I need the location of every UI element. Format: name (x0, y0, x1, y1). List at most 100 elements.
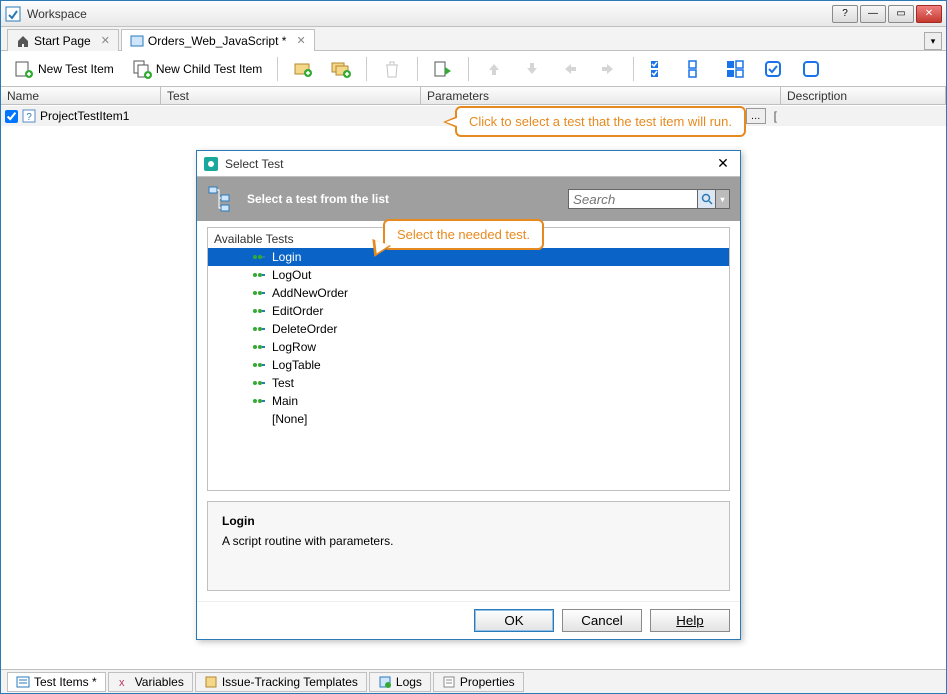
trash-icon (382, 59, 402, 79)
list-item[interactable]: DeleteOrder (208, 320, 729, 338)
new-test-item-icon (14, 59, 34, 79)
new-child-test-item-icon (132, 59, 152, 79)
list-item[interactable]: AddNewOrder (208, 284, 729, 302)
dialog-icon (203, 156, 219, 172)
minimize-button[interactable]: — (860, 5, 886, 23)
tab-label: Test Items * (34, 675, 97, 689)
add-group-button[interactable] (324, 55, 358, 83)
outdent-button (553, 55, 587, 83)
script-icon (252, 341, 266, 353)
callout-select-test-hint: Click to select a test that the test ite… (455, 106, 746, 137)
column-parameters[interactable]: Parameters (421, 87, 781, 104)
browse-test-button[interactable]: … (746, 108, 766, 124)
indent-button (591, 55, 625, 83)
toggle-check-icon (763, 59, 783, 79)
grid-header: Name Test Parameters Description (1, 87, 946, 105)
issue-tracking-icon (204, 675, 218, 689)
script-icon (252, 269, 266, 281)
tab-test-items[interactable]: Test Items * (7, 672, 106, 692)
close-tab-icon[interactable]: ✕ (296, 34, 305, 47)
tab-logs[interactable]: Logs (369, 672, 431, 692)
dialog-close-button[interactable]: ✕ (712, 155, 734, 173)
close-button[interactable]: ✕ (916, 5, 942, 23)
arrow-right-icon (598, 59, 618, 79)
column-test[interactable]: Test (161, 87, 421, 104)
row-checkbox[interactable] (5, 110, 18, 123)
close-tab-icon[interactable]: ✕ (101, 34, 110, 47)
item-label: AddNewOrder (272, 286, 348, 300)
list-item[interactable]: Main (208, 392, 729, 410)
script-icon (252, 323, 266, 335)
tab-label: Issue-Tracking Templates (222, 675, 358, 689)
check-selected-button[interactable] (718, 55, 752, 83)
cancel-button[interactable]: Cancel (562, 609, 642, 632)
search-button[interactable] (698, 189, 716, 209)
tab-variables[interactable]: x Variables (108, 672, 193, 692)
callout-text: Click to select a test that the test ite… (469, 114, 732, 129)
item-label: LogOut (272, 268, 311, 282)
ok-button[interactable]: OK (474, 609, 554, 632)
add-subitem-button[interactable] (286, 55, 320, 83)
check-all-icon (649, 59, 669, 79)
svg-text:?: ? (26, 112, 32, 123)
column-name[interactable]: Name (1, 87, 161, 104)
maximize-button[interactable]: ▭ (888, 5, 914, 23)
toggle-empty-icon (801, 59, 821, 79)
list-item[interactable]: Test (208, 374, 729, 392)
description-name: Login (222, 514, 715, 528)
list-item-none[interactable]: [None] (208, 410, 729, 428)
toggle-empty-button[interactable] (794, 55, 828, 83)
app-icon (5, 6, 21, 22)
move-down-button (515, 55, 549, 83)
banner-text: Select a test from the list (247, 192, 389, 206)
list-item[interactable]: EditOrder (208, 302, 729, 320)
search-input[interactable] (568, 189, 698, 209)
tab-orders-web-javascript[interactable]: Orders_Web_JavaScript * ✕ (121, 29, 315, 51)
toolbar: New Test Item New Child Test Item (1, 51, 946, 87)
list-item[interactable]: LogOut (208, 266, 729, 284)
logs-icon (378, 675, 392, 689)
script-icon (252, 251, 266, 263)
item-label: [None] (272, 412, 307, 426)
titlebar: Workspace ? — ▭ ✕ (1, 1, 946, 27)
tabs-dropdown[interactable]: ▾ (924, 32, 942, 50)
item-label: Login (272, 250, 301, 264)
run-button[interactable] (426, 55, 460, 83)
item-label: DeleteOrder (272, 322, 337, 336)
toggle-check-button[interactable] (756, 55, 790, 83)
callout-text: Select the needed test. (397, 227, 530, 242)
folders-add-icon (331, 59, 351, 79)
uncheck-all-button[interactable] (680, 55, 714, 83)
list-item[interactable]: LogRow (208, 338, 729, 356)
help-button[interactable]: ? (832, 5, 858, 23)
bottom-tabs: Test Items * x Variables Issue-Tracking … (1, 669, 946, 693)
column-description[interactable]: Description (781, 87, 946, 104)
help-button[interactable]: Help (650, 609, 730, 632)
document-tabs: Start Page ✕ Orders_Web_JavaScript * ✕ ▾ (1, 27, 946, 51)
tab-label: Start Page (34, 34, 91, 48)
description-text: A script routine with parameters. (222, 534, 715, 548)
row-name: ProjectTestItem1 (40, 109, 129, 123)
arrow-down-icon (522, 59, 542, 79)
params-value: [ (774, 109, 777, 123)
tab-issue-tracking[interactable]: Issue-Tracking Templates (195, 672, 367, 692)
delete-button (375, 55, 409, 83)
new-child-test-item-button[interactable]: New Child Test Item (125, 55, 269, 83)
variables-icon: x (117, 675, 131, 689)
dialog-title: Select Test (225, 157, 712, 171)
list-item[interactable]: LogTable (208, 356, 729, 374)
tab-properties[interactable]: Properties (433, 672, 524, 692)
script-icon (252, 377, 266, 389)
new-test-item-button[interactable]: New Test Item (7, 55, 121, 83)
test-items-icon (16, 675, 30, 689)
list-item[interactable]: Login (208, 248, 729, 266)
arrow-up-icon (484, 59, 504, 79)
run-icon (433, 59, 453, 79)
home-icon (16, 34, 30, 48)
search-dropdown[interactable]: ▾ (716, 189, 730, 209)
check-selected-icon (725, 59, 745, 79)
tree-icon (207, 185, 235, 213)
check-all-button[interactable] (642, 55, 676, 83)
item-label: Main (272, 394, 298, 408)
tab-start-page[interactable]: Start Page ✕ (7, 29, 119, 51)
